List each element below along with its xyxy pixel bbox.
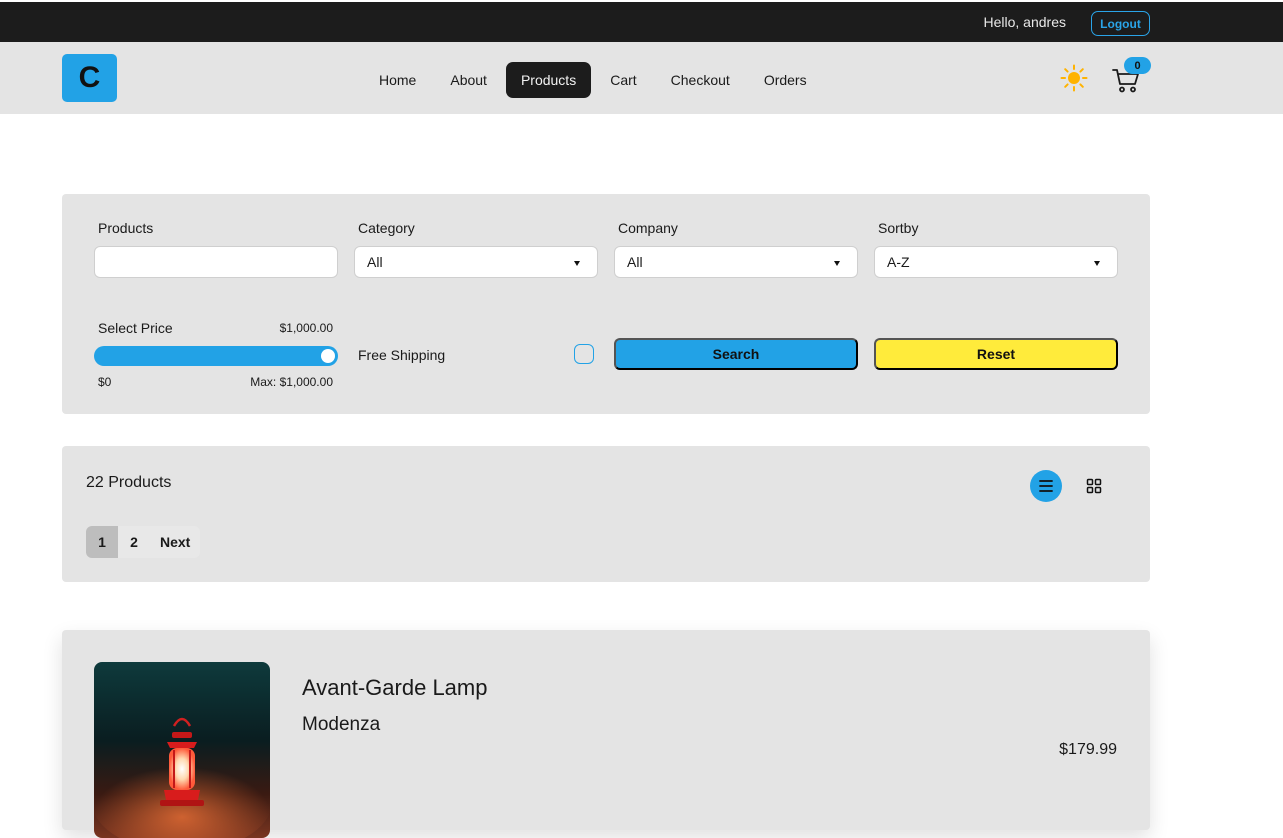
nav-link-home[interactable]: Home [364,62,431,98]
logout-button[interactable]: Logout [1091,11,1150,36]
list-view-icon [1039,480,1053,492]
nav-link-products[interactable]: Products [505,62,592,98]
greeting-text: Hello, andres [983,14,1067,30]
cart-count-badge: 0 [1124,57,1151,74]
price-slider-thumb[interactable] [321,349,335,363]
price-current: $1,000.00 [279,321,333,335]
nav-links: Home About Products Cart Checkout Orders [364,62,822,98]
company-select[interactable]: All [614,246,858,278]
next-page-button[interactable]: Next [150,526,201,558]
price-label: Select Price [98,320,173,336]
nav-link-checkout[interactable]: Checkout [656,62,745,98]
product-card[interactable]: Avant-Garde Lamp Modenza $179.99 [62,630,1150,838]
product-company: Modenza [302,714,381,735]
product-name: Avant-Garde Lamp [302,675,488,700]
results-panel: 22 Products 1 2 Next [62,446,1150,582]
page-button-1[interactable]: 1 [86,526,118,558]
filters-form: Products Category All Company All Sortby… [62,194,1150,414]
search-input[interactable] [94,246,338,278]
reset-button[interactable]: Reset [874,338,1118,370]
grid-view-icon [1086,478,1102,494]
caret-down-icon [1094,261,1100,266]
sort-value: A-Z [887,254,910,270]
pagination: 1 2 Next [86,526,201,558]
free-shipping-label: Free Shipping [358,347,446,363]
navbar: C Home About Products Cart Checkout Orde… [0,42,1283,114]
grid-view-button[interactable] [1078,470,1110,502]
search-label: Products [98,220,154,236]
category-label: Category [358,220,415,236]
sort-label: Sortby [878,220,919,236]
search-button[interactable]: Search [614,338,858,370]
caret-down-icon [574,261,580,266]
product-count: 22 Products [86,474,172,491]
price-slider[interactable] [94,346,338,366]
top-bar: Hello, andres Logout [0,2,1283,42]
nav-link-cart[interactable]: Cart [595,62,651,98]
category-select[interactable]: All [354,246,598,278]
category-value: All [367,254,383,270]
free-shipping-checkbox[interactable] [574,344,594,364]
caret-down-icon [834,261,840,266]
page-button-2[interactable]: 2 [118,526,150,558]
nav-link-about[interactable]: About [435,62,502,98]
price-max: Max: $1,000.00 [250,375,333,389]
nav-link-orders[interactable]: Orders [749,62,822,98]
company-value: All [627,254,643,270]
company-label: Company [618,220,678,236]
list-view-button[interactable] [1030,470,1062,502]
sort-select[interactable]: A-Z [874,246,1118,278]
price-min: $0 [98,375,112,389]
sun-icon[interactable] [1060,64,1088,92]
product-price: $179.99 [1059,741,1117,758]
logo-link[interactable]: C [62,54,117,102]
product-image [94,662,270,838]
